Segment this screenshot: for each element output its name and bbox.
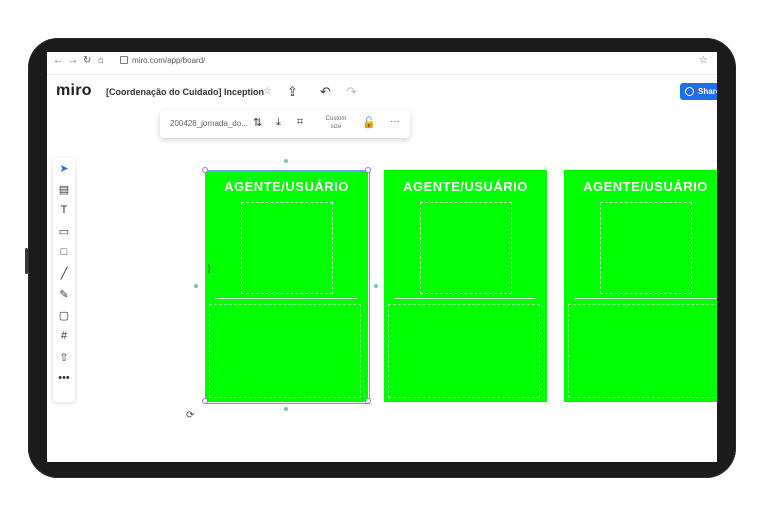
text-icon[interactable]: T: [53, 204, 75, 216]
board-title[interactable]: [Coordenação do Cuidado] Inception: [106, 87, 264, 97]
card-label: AGENTE/USUÁRIO: [403, 179, 528, 194]
reload-icon[interactable]: ↻: [83, 55, 91, 66]
miro-logo[interactable]: miro: [56, 82, 92, 100]
shape-icon[interactable]: □: [53, 246, 75, 258]
notes-area: [388, 304, 540, 398]
more-options-icon[interactable]: ···: [390, 116, 400, 127]
lock-icon: [120, 56, 128, 64]
screen: ← → ↻ ⌂ miro.com/app/board/ ☆ miro [Coor…: [47, 52, 717, 462]
browser-bar: ← → ↻ ⌂ miro.com/app/board/ ☆: [47, 52, 717, 75]
back-icon[interactable]: ←: [53, 55, 63, 66]
download-icon[interactable]: ⤓: [276, 116, 281, 129]
tool-panel: ➤ ▤ T ▭ □ ╱ ✎ ▢ # ⇧ •••: [53, 158, 75, 402]
globe-icon: [685, 87, 694, 96]
url-text: miro.com/app/board/: [132, 56, 206, 65]
comment-icon[interactable]: ▢: [53, 309, 75, 322]
template-icon[interactable]: ▤: [53, 183, 75, 196]
lock-object-icon[interactable]: 🔓: [362, 116, 376, 129]
mouse-cursor-icon: ⟩: [207, 264, 211, 275]
rotate-icon[interactable]: ⟳: [186, 410, 194, 421]
sticky-note-icon[interactable]: ▭: [53, 225, 75, 238]
selection-frame: [205, 170, 370, 404]
address-bar[interactable]: miro.com/app/board/: [120, 56, 205, 65]
more-icon[interactable]: •••: [53, 372, 75, 384]
divider-line: [574, 298, 717, 299]
resize-handle[interactable]: [202, 167, 208, 173]
redo-icon[interactable]: ↷: [346, 84, 357, 100]
card-label: AGENTE/USUÁRIO: [583, 179, 708, 194]
home-icon[interactable]: ⌂: [98, 55, 104, 66]
divider-line: [394, 298, 536, 299]
favorite-star-icon[interactable]: ☆: [263, 86, 272, 97]
tablet-side-button: [25, 248, 28, 274]
forward-icon[interactable]: →: [68, 55, 78, 66]
bookmark-star-icon[interactable]: ☆: [699, 55, 708, 66]
image-placeholder: [600, 202, 692, 294]
edge-handle[interactable]: [284, 159, 288, 163]
crop-icon[interactable]: ⌗: [297, 116, 303, 129]
resize-handle[interactable]: [365, 398, 371, 404]
context-toolbar: 200428_jornada_do... ⇅ ⤓ ⌗ Custom size 🔓…: [160, 110, 410, 138]
replace-image-icon[interactable]: ⇅: [253, 116, 262, 129]
undo-icon[interactable]: ↶: [320, 84, 331, 100]
edge-handle[interactable]: [194, 284, 198, 288]
upload-icon[interactable]: ⇧: [53, 351, 75, 364]
frame-icon[interactable]: #: [53, 330, 75, 342]
export-icon[interactable]: ⇪: [287, 84, 298, 100]
file-name[interactable]: 200428_jornada_do...: [170, 119, 248, 128]
custom-size-line2: size: [330, 124, 342, 130]
line-icon[interactable]: ╱: [53, 267, 75, 280]
select-icon[interactable]: ➤: [53, 162, 75, 175]
agent-card[interactable]: AGENTE/USUÁRIO: [564, 170, 717, 402]
resize-handle[interactable]: [202, 398, 208, 404]
resize-handle[interactable]: [365, 167, 371, 173]
agent-card[interactable]: AGENTE/USUÁRIO: [384, 170, 547, 402]
custom-size-line1: Custom: [325, 116, 347, 122]
share-label: Share: [698, 87, 717, 96]
image-placeholder: [420, 202, 512, 294]
custom-size-button[interactable]: Custom size: [320, 115, 352, 131]
edge-handle[interactable]: [374, 284, 378, 288]
pen-icon[interactable]: ✎: [53, 288, 75, 301]
notes-area: [568, 304, 717, 398]
edge-handle[interactable]: [284, 407, 288, 411]
share-button[interactable]: Share: [680, 83, 717, 100]
